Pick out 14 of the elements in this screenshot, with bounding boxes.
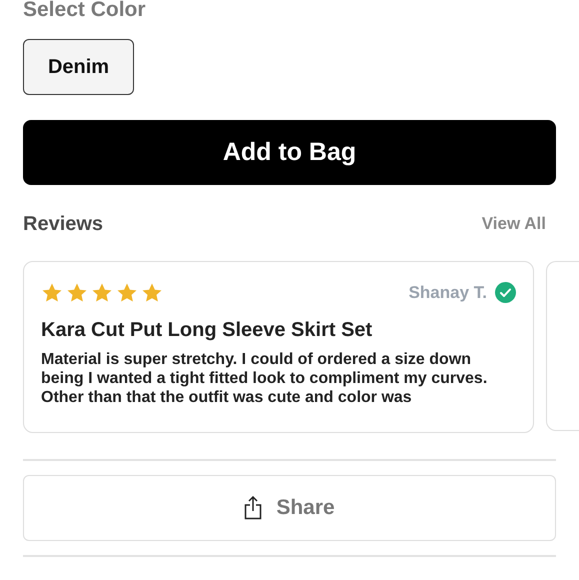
add-to-bag-button[interactable]: Add to Bag (23, 120, 556, 185)
star-icon (66, 282, 88, 304)
review-text: Material is super stretchy. I could of ordered a size down being I wanted a tight fitted look to compliment my curves. Other than that the outfit was cute and color was (41, 350, 488, 406)
star-icon (116, 282, 138, 304)
section-title: Reviews (23, 212, 104, 237)
star-icon (141, 282, 163, 304)
star-icon (41, 282, 63, 304)
share-icon (244, 496, 262, 520)
reviewer-name: Shanay T. (408, 282, 487, 304)
share-button[interactable]: Share (23, 475, 556, 541)
review-title: Kara Cut Put Long Sleeve Skirt Set (41, 318, 374, 342)
star-icon (91, 282, 113, 304)
color-option[interactable]: Denim (23, 39, 134, 95)
section-title: Select Color (23, 0, 147, 21)
